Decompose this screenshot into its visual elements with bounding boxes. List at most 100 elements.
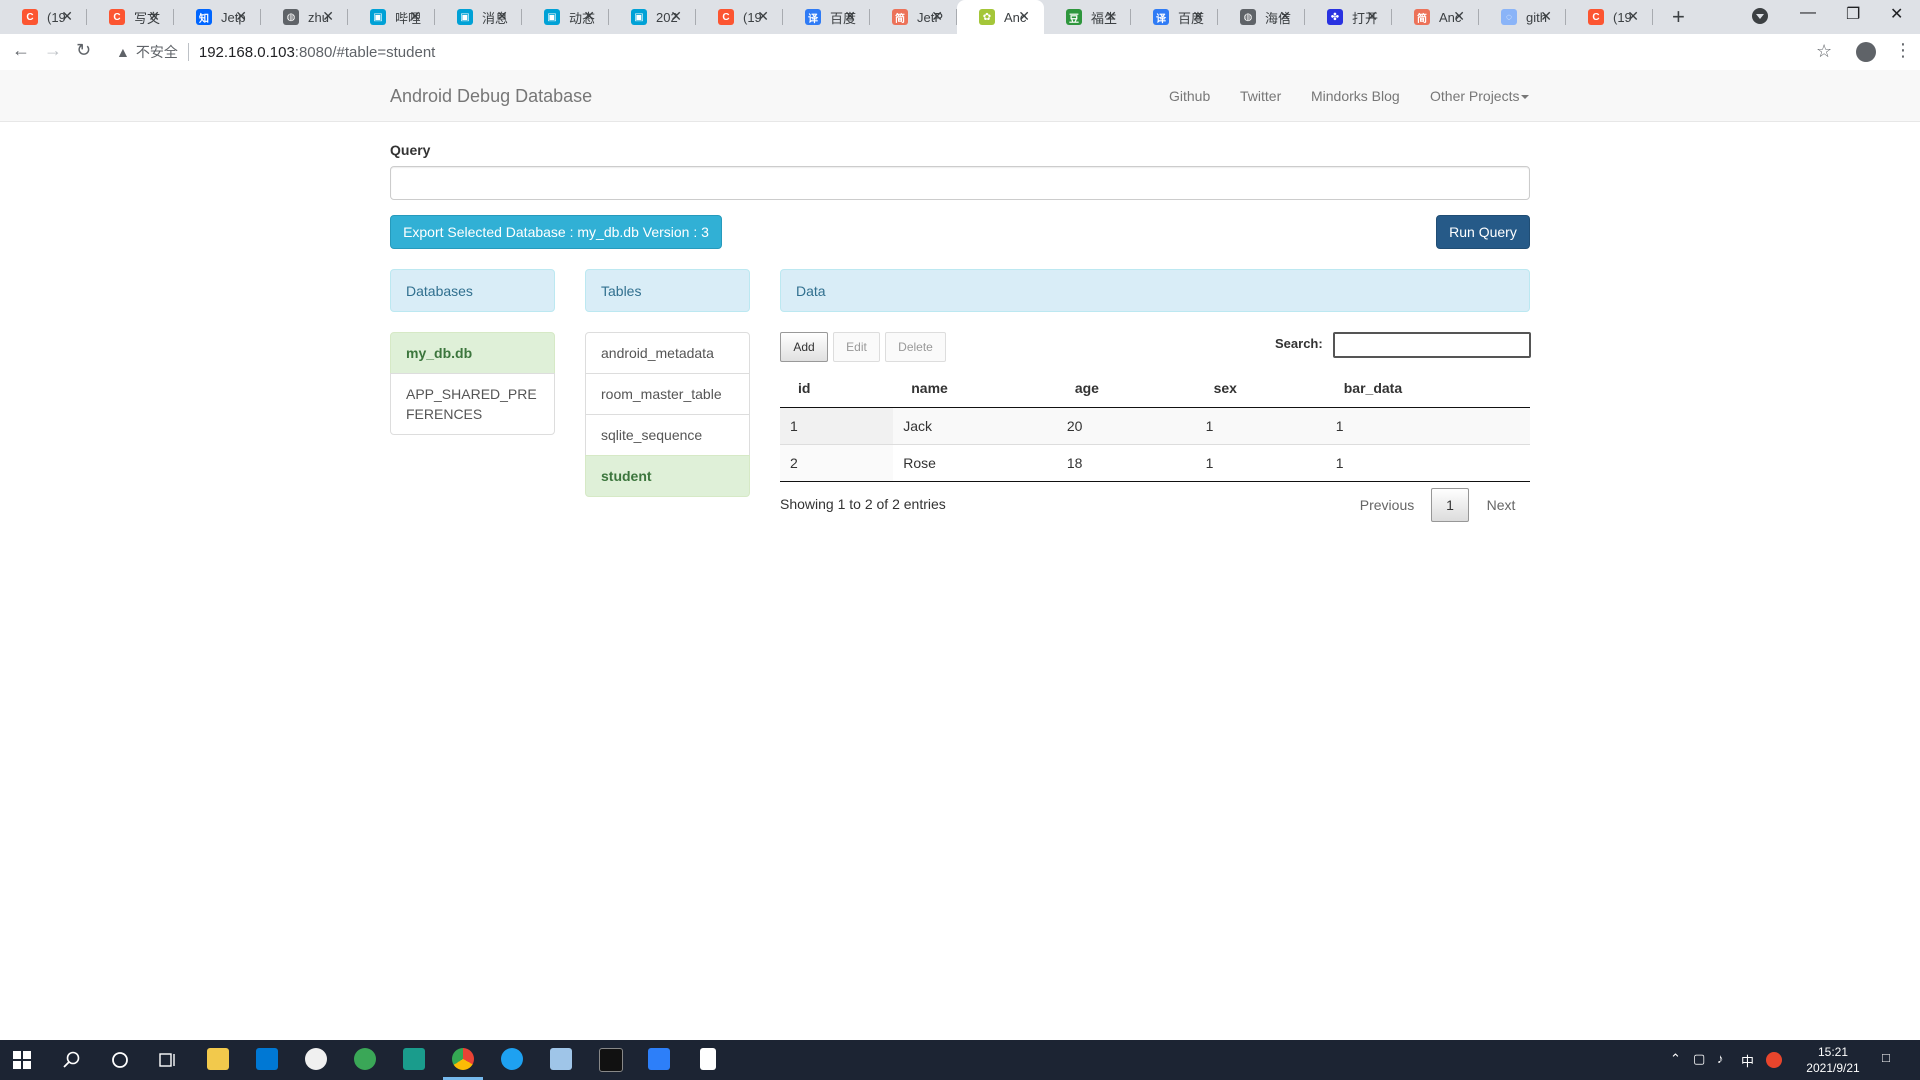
- search-input[interactable]: [1333, 332, 1531, 358]
- browser-tab[interactable]: ▣ 消息 ✕: [435, 0, 522, 34]
- url-host[interactable]: 192.168.0.103: [199, 44, 295, 61]
- tab-close-icon[interactable]: ✕: [844, 8, 856, 25]
- browser-tab[interactable]: 知 Jetp ✕: [174, 0, 261, 34]
- tab-close-icon[interactable]: ✕: [235, 8, 247, 25]
- task-view-icon[interactable]: [158, 1050, 178, 1070]
- browser-tab[interactable]: ▣ 哔哩 ✕: [348, 0, 435, 34]
- editor-app-icon[interactable]: [550, 1048, 572, 1070]
- tab-close-icon[interactable]: ✕: [1540, 8, 1552, 25]
- tab-close-icon[interactable]: ✕: [496, 8, 508, 25]
- column-header[interactable]: bar_data: [1325, 369, 1530, 408]
- table-list-item[interactable]: android_metadata: [585, 332, 750, 374]
- browser-tab[interactable]: ▣ 动态 ✕: [522, 0, 609, 34]
- tab-close-icon[interactable]: ✕: [1105, 8, 1117, 25]
- tab-close-icon[interactable]: ✕: [148, 8, 160, 25]
- browser-tab[interactable]: ✤ 打开 ✕: [1305, 0, 1392, 34]
- browser-tab[interactable]: ◍ zhu ✕: [261, 0, 348, 34]
- file-explorer-icon[interactable]: [207, 1048, 229, 1070]
- tab-close-icon[interactable]: ✕: [1018, 8, 1030, 25]
- navbar-brand[interactable]: Android Debug Database: [390, 86, 592, 107]
- close-window-icon[interactable]: ✕: [1890, 4, 1903, 24]
- column-header[interactable]: name: [893, 369, 1057, 408]
- browser-tab[interactable]: 译百度 ✕: [1131, 0, 1218, 34]
- mail-icon[interactable]: [256, 1048, 278, 1070]
- tab-close-icon[interactable]: ✕: [322, 8, 334, 25]
- tab-close-icon[interactable]: ✕: [1453, 8, 1465, 25]
- taskbar-clock[interactable]: 15:21 2021/9/21: [1798, 1044, 1868, 1076]
- volume-icon[interactable]: ♪: [1717, 1051, 1724, 1066]
- run-query-button[interactable]: Run Query: [1436, 215, 1530, 249]
- warning-icon[interactable]: ▲: [116, 44, 130, 60]
- browser-tab[interactable]: 豆福生 ✕: [1044, 0, 1131, 34]
- pagination-previous[interactable]: Previous: [1350, 488, 1424, 522]
- teal-app-icon[interactable]: [403, 1048, 425, 1070]
- notepad-icon[interactable]: [700, 1048, 716, 1070]
- forward-icon[interactable]: →: [44, 40, 62, 61]
- browser-tab[interactable]: ◌ gith ✕: [1479, 0, 1566, 34]
- network-icon[interactable]: ▢: [1693, 1051, 1705, 1067]
- url-path[interactable]: :8080/#table=student: [295, 44, 436, 61]
- add-row-button[interactable]: Add: [780, 332, 828, 362]
- pagination-page-1[interactable]: 1: [1431, 488, 1469, 522]
- table-list-item[interactable]: student: [585, 455, 750, 497]
- table-list-item[interactable]: room_master_table: [585, 373, 750, 415]
- restore-icon[interactable]: ❐: [1846, 4, 1860, 24]
- browser-menu-icon[interactable]: ⋮: [1894, 40, 1912, 61]
- table-row[interactable]: 1 Jack 20 1 1: [780, 407, 1530, 445]
- export-database-button[interactable]: Export Selected Database : my_db.db Vers…: [390, 215, 722, 249]
- table-row[interactable]: 2 Rose 18 1 1: [780, 444, 1530, 482]
- profile-avatar-icon[interactable]: [1856, 42, 1876, 62]
- tab-close-icon[interactable]: ✕: [931, 8, 943, 25]
- column-header[interactable]: age: [1056, 369, 1196, 408]
- cortana-icon[interactable]: [110, 1050, 130, 1070]
- browser-tab[interactable]: ✿ Anc ✕: [957, 0, 1044, 34]
- browser-tab[interactable]: 简 JetP ✕: [870, 0, 957, 34]
- tab-close-icon[interactable]: ✕: [670, 8, 682, 25]
- database-list-item[interactable]: APP_SHARED_PREFERENCES: [390, 373, 555, 435]
- feishu-app-icon[interactable]: [648, 1048, 670, 1070]
- browser-tab[interactable]: C (19 ✕: [696, 0, 783, 34]
- tab-close-icon[interactable]: ✕: [1279, 8, 1291, 25]
- chrome-icon[interactable]: [452, 1048, 474, 1070]
- new-tab-button[interactable]: +: [1672, 4, 1685, 30]
- globe-app-icon[interactable]: [354, 1048, 376, 1070]
- nav-dropdown-other-projects[interactable]: Other Projects: [1430, 88, 1530, 104]
- pagination-next[interactable]: Next: [1476, 488, 1526, 522]
- browser-tab[interactable]: 译百度 ✕: [783, 0, 870, 34]
- table-list-item[interactable]: sqlite_sequence: [585, 414, 750, 456]
- column-header[interactable]: sex: [1195, 369, 1326, 408]
- terminal-icon[interactable]: [599, 1048, 623, 1072]
- tab-close-icon[interactable]: ✕: [1366, 8, 1378, 25]
- browser-tab[interactable]: C 写文 ✕: [87, 0, 174, 34]
- query-input[interactable]: [390, 166, 1530, 200]
- android-studio-icon[interactable]: [305, 1048, 327, 1070]
- tray-chevron-up-icon[interactable]: ⌃: [1670, 1051, 1681, 1067]
- internet-explorer-icon[interactable]: [501, 1048, 523, 1070]
- security-label[interactable]: 不安全: [136, 42, 178, 62]
- nav-link-github[interactable]: Github: [1169, 88, 1210, 104]
- address-bar[interactable]: ▲ 不安全 192.168.0.103:8080/#table=student: [108, 37, 1852, 67]
- reload-icon[interactable]: ↻: [76, 40, 91, 61]
- tab-close-icon[interactable]: ✕: [583, 8, 595, 25]
- ime-indicator[interactable]: 中: [1741, 1051, 1754, 1070]
- browser-tab[interactable]: C (19 ✕: [0, 0, 87, 34]
- tab-search-icon[interactable]: [1752, 8, 1768, 24]
- notification-icon[interactable]: □: [1882, 1050, 1890, 1065]
- tab-close-icon[interactable]: ✕: [1192, 8, 1204, 25]
- tab-close-icon[interactable]: ✕: [409, 8, 421, 25]
- edit-row-button[interactable]: Edit: [833, 332, 880, 362]
- database-list-item[interactable]: my_db.db: [390, 332, 555, 374]
- browser-tab[interactable]: C (19 ✕: [1566, 0, 1653, 34]
- sogou-ime-icon[interactable]: [1766, 1052, 1782, 1068]
- bookmark-star-icon[interactable]: ☆: [1816, 41, 1832, 62]
- tab-close-icon[interactable]: ✕: [757, 8, 769, 25]
- browser-tab[interactable]: 简 Anc ✕: [1392, 0, 1479, 34]
- back-icon[interactable]: ←: [12, 40, 30, 61]
- nav-link-twitter[interactable]: Twitter: [1240, 88, 1281, 104]
- column-header[interactable]: id: [780, 369, 894, 408]
- windows-start-icon[interactable]: [12, 1050, 32, 1070]
- minimize-icon[interactable]: —: [1800, 4, 1816, 22]
- delete-row-button[interactable]: Delete: [885, 332, 946, 362]
- browser-tab[interactable]: ▣ 202 ✕: [609, 0, 696, 34]
- tab-close-icon[interactable]: ✕: [61, 8, 73, 25]
